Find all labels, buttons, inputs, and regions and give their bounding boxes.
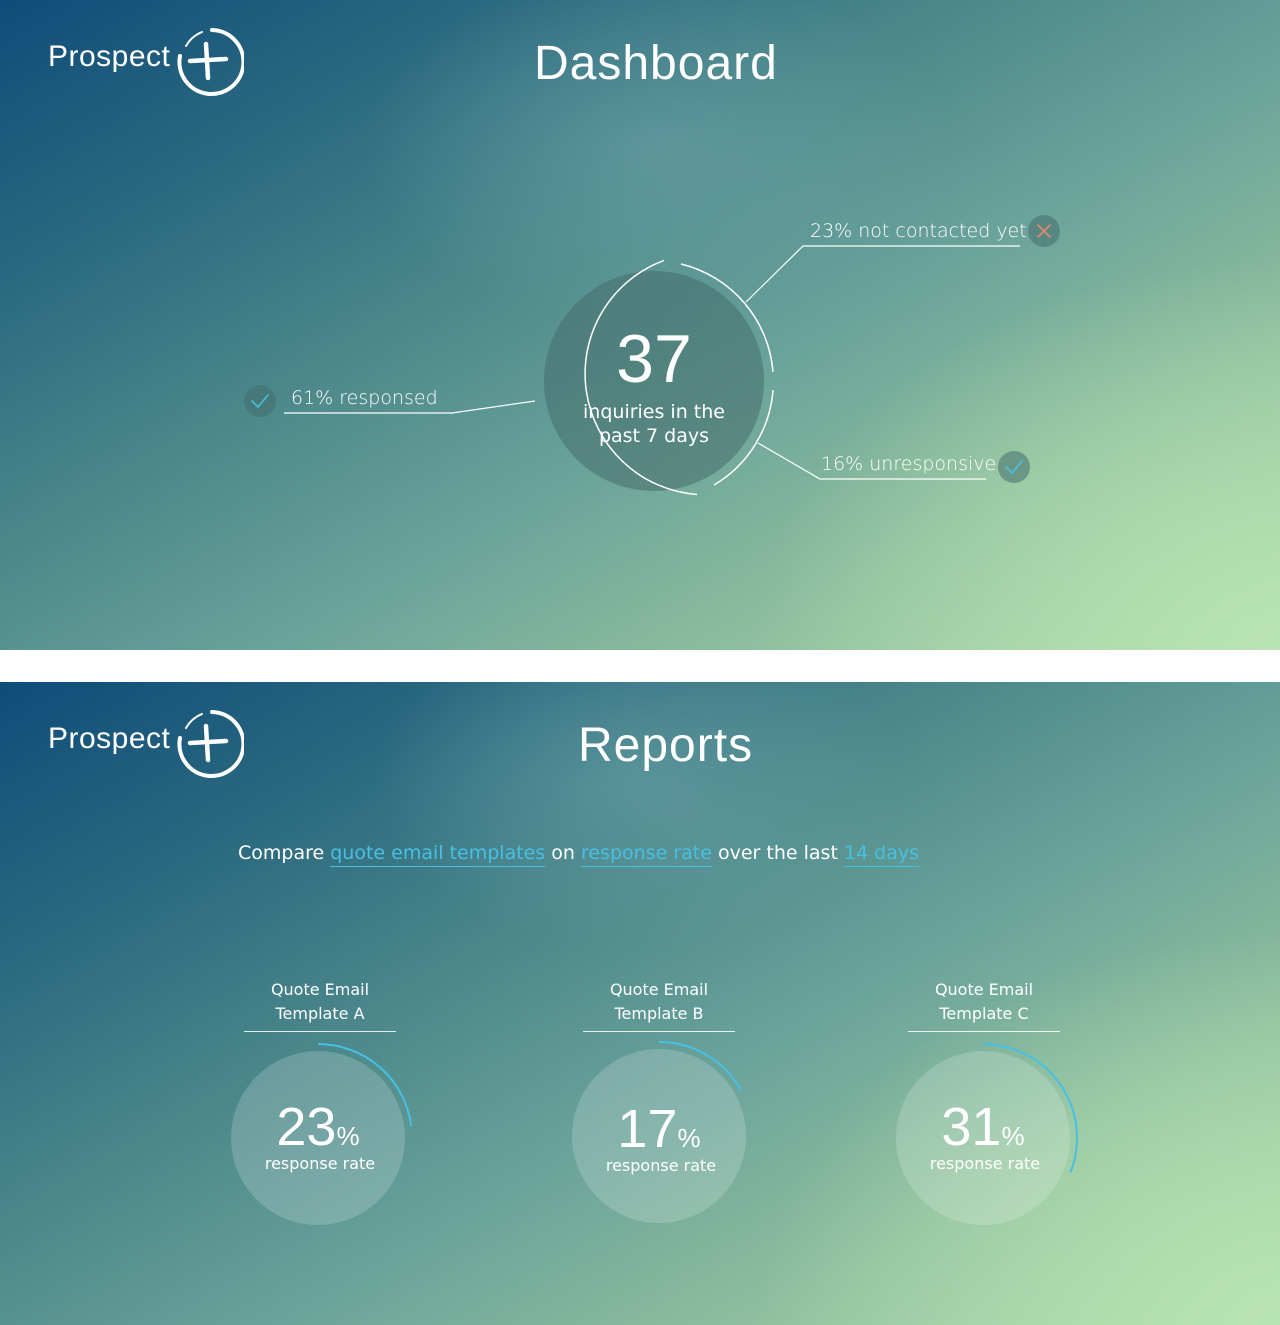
inquiry-count: 37 <box>616 321 692 397</box>
brand-name: Prospect <box>48 722 171 755</box>
template-b-header-line1: Quote Email <box>609 980 709 999</box>
template-b-caption: response rate <box>605 1156 717 1175</box>
template-a-caption: response rate <box>264 1154 376 1173</box>
close-icon <box>1037 224 1051 238</box>
period-dropdown[interactable]: 14 days <box>843 842 920 867</box>
not-contacted-badge[interactable] <box>1028 215 1060 247</box>
metric-dropdown[interactable]: response rate <box>581 842 712 867</box>
callout-line-not-contacted <box>745 245 1020 303</box>
compare-on: on <box>551 842 575 864</box>
template-c-value-number: 31 <box>941 1097 1002 1157</box>
template-b-value: 17% <box>559 1098 759 1160</box>
template-b-value-unit: % <box>677 1123 701 1153</box>
page-title: Reports <box>578 719 754 772</box>
inquiry-caption-line2: past 7 days <box>598 425 710 447</box>
plus-circle-icon <box>177 710 244 778</box>
inquiry-caption: inquiries in the past 7 days <box>544 400 764 448</box>
template-a-value-number: 23 <box>276 1097 337 1157</box>
check-icon <box>251 394 269 408</box>
template-b-header: Quote Email Template B <box>583 978 735 1032</box>
template-b-header-line2: Template B <box>614 1004 704 1023</box>
dashboard-panel: Prospect Dashboard 37 inquiries in the p… <box>0 0 1280 650</box>
template-b-value-number: 17 <box>617 1099 678 1159</box>
check-icon <box>1005 460 1023 474</box>
template-c-header: Quote Email Template C <box>908 978 1060 1032</box>
template-a-header-line2: Template A <box>275 1004 365 1023</box>
template-a-header-line1: Quote Email <box>270 980 370 999</box>
reports-panel: Prospect Reports Compare quote email tem… <box>0 682 1280 1325</box>
inquiry-caption-line1: inquiries in the <box>583 401 725 423</box>
responsed-badge[interactable] <box>244 385 276 417</box>
unresponsive-label[interactable]: 16% unresponsive <box>821 453 996 475</box>
template-c-value-unit: % <box>1001 1121 1025 1151</box>
responsed-label[interactable]: 61% responsed <box>291 387 438 409</box>
unresponsive-badge[interactable] <box>998 451 1030 483</box>
compare-sentence: Compare quote email templates on respons… <box>238 842 920 867</box>
template-a-header: Quote Email Template A <box>244 978 396 1032</box>
template-c-header-line1: Quote Email <box>934 980 1034 999</box>
template-c-value: 31% <box>883 1096 1083 1158</box>
template-a-value: 23% <box>218 1096 418 1158</box>
template-c-header-line2: Template C <box>939 1004 1029 1023</box>
template-c-caption: response rate <box>929 1154 1041 1173</box>
compare-prefix: Compare <box>238 842 325 864</box>
not-contacted-label[interactable]: 23% not contacted yet <box>810 220 1027 242</box>
template-a-value-unit: % <box>336 1121 360 1151</box>
subject-dropdown[interactable]: quote email templates <box>330 842 546 867</box>
compare-over: over the last <box>718 842 838 864</box>
